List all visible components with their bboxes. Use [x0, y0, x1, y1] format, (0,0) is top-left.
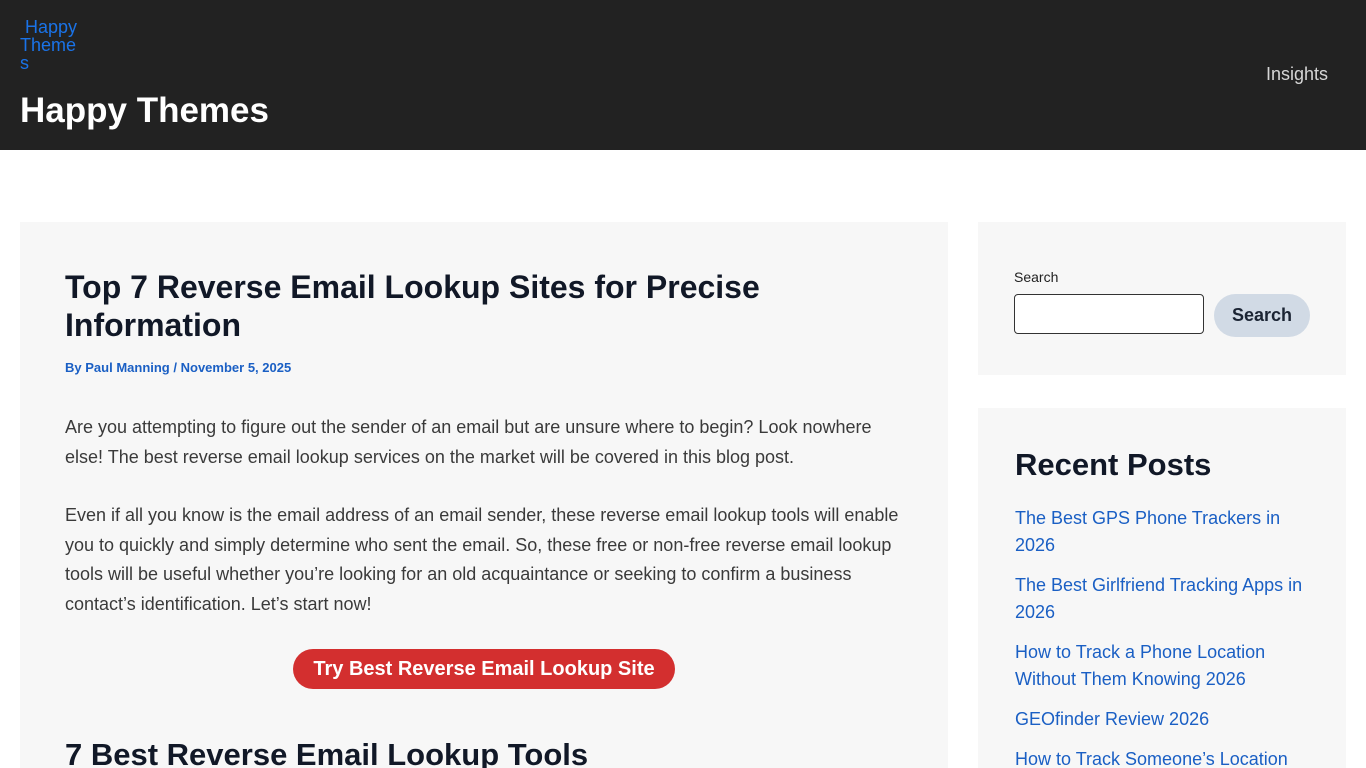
date-link[interactable]: November 5, 2025	[181, 360, 292, 375]
meta-prefix: By	[65, 360, 82, 375]
nav-item-insights[interactable]: Insights	[1266, 64, 1328, 84]
recent-posts-widget: Recent Posts The Best GPS Phone Trackers…	[978, 408, 1346, 768]
post-meta: By Paul Manning / November 5, 2025	[65, 360, 291, 376]
article-title: Top 7 Reverse Email Lookup Sites for Pre…	[65, 269, 760, 343]
article-paragraph: Even if all you know is the email addres…	[65, 505, 899, 614]
list-item: The Best Girlfriend Tracking Apps in 202…	[1015, 572, 1315, 626]
site-title[interactable]: Happy Themes	[20, 90, 269, 132]
article-card: Top 7 Reverse Email Lookup Sites for Pre…	[20, 222, 948, 768]
logo-alt-text: Happy Themes	[20, 18, 78, 73]
search-widget: Search Search	[978, 222, 1346, 375]
recent-post-link[interactable]: How to Track Someone’s Location	[1015, 749, 1288, 768]
list-item: How to Track a Phone Location Without Th…	[1015, 639, 1315, 693]
recent-posts-title: Recent Posts	[1015, 447, 1212, 482]
meta-separator: /	[173, 360, 177, 375]
recent-posts-list: The Best GPS Phone Trackers in 2026 The …	[1015, 505, 1315, 768]
list-item: How to Track Someone’s Location	[1015, 746, 1315, 768]
site-header: Happy Themes Happy Themes Insights	[0, 0, 1366, 150]
search-button[interactable]: Search	[1214, 294, 1310, 337]
site-logo-link[interactable]: Happy Themes	[20, 18, 80, 90]
search-label: Search	[1014, 269, 1059, 285]
article-paragraph: Are you attempting to figure out the sen…	[65, 417, 872, 467]
search-input[interactable]	[1014, 294, 1204, 334]
list-item: GEOfinder Review 2026	[1015, 706, 1315, 733]
recent-post-link[interactable]: The Best Girlfriend Tracking Apps in 202…	[1015, 575, 1302, 622]
list-item: The Best GPS Phone Trackers in 2026	[1015, 505, 1315, 559]
section-heading: 7 Best Reverse Email Lookup Tools	[65, 737, 589, 768]
recent-post-link[interactable]: The Best GPS Phone Trackers in 2026	[1015, 508, 1280, 555]
recent-post-link[interactable]: How to Track a Phone Location Without Th…	[1015, 642, 1265, 689]
author-link[interactable]: Paul Manning	[85, 360, 170, 375]
recent-post-link[interactable]: GEOfinder Review 2026	[1015, 709, 1209, 729]
cta-button[interactable]: Try Best Reverse Email Lookup Site	[293, 649, 675, 689]
